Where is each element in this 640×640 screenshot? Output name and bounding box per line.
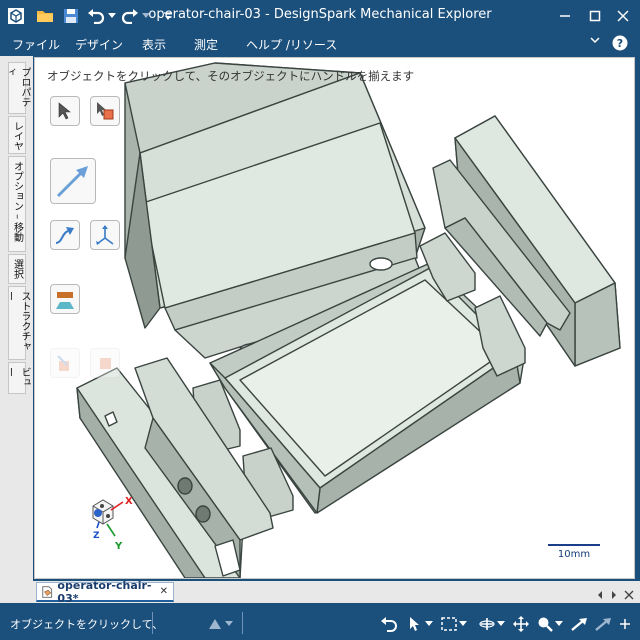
save-icon[interactable]: [60, 4, 82, 28]
status-menu-icon[interactable]: [616, 615, 634, 633]
orientation-triad: X Y Z: [92, 496, 133, 552]
select-filter-icon[interactable]: [206, 615, 224, 633]
axis-x-label: X: [125, 496, 133, 507]
redo-dropdown-icon[interactable]: [140, 4, 152, 28]
move-direction-button[interactable]: [50, 158, 96, 204]
tab-structure[interactable]: ストラクチャー: [4, 286, 30, 360]
axis-z-label: Z: [93, 531, 100, 541]
maximize-icon[interactable]: [580, 4, 610, 28]
document-tab-label: operator-chair-03*: [57, 578, 152, 605]
select-mode-dropdown-icon[interactable]: [424, 615, 434, 633]
select-filter-dropdown-icon[interactable]: [224, 615, 234, 633]
curve-arrow-icon: [55, 227, 74, 244]
disabled-tool-1: [50, 348, 80, 378]
viewport-hint: オブジェクトをクリックして、そのオブジェクトにハンドルを揃えます: [47, 69, 415, 83]
menu-design[interactable]: デザイン: [75, 36, 123, 53]
pointer-cube-icon: [97, 102, 114, 120]
design-viewport[interactable]: オブジェクトをクリックして、そのオブジェクトにハンドルを揃えます X Y Z 1…: [34, 57, 635, 579]
menu-file[interactable]: ファイル: [12, 36, 60, 53]
scale-label: 10mm: [557, 549, 591, 560]
pan-icon[interactable]: [512, 615, 530, 633]
document-icon: [42, 585, 53, 598]
scale-bar: 10mm: [548, 544, 600, 560]
tab-properties[interactable]: プロパティ: [4, 62, 30, 114]
tab-list-icon[interactable]: [624, 585, 634, 604]
zoom-dropdown-icon[interactable]: [554, 615, 564, 633]
tab-selection[interactable]: 選択: [8, 254, 26, 284]
tab-scroll-right-icon[interactable]: [610, 585, 618, 604]
select-mode-icon[interactable]: [406, 615, 424, 633]
disabled-tool-2: [90, 348, 120, 378]
menu-bar: ファイル デザイン 表示 測定 ヘルプ /リソース ?: [0, 32, 640, 56]
axes-arrow-icon: [96, 225, 114, 245]
ribbon-collapse-icon[interactable]: [590, 34, 600, 48]
undo-status-icon[interactable]: [380, 615, 398, 633]
orbit-dropdown-icon[interactable]: [496, 615, 506, 633]
cube-arrow-icon: [57, 355, 69, 371]
svg-text:?: ?: [617, 37, 623, 50]
select-tool-button[interactable]: [50, 96, 80, 126]
material-tool-button[interactable]: [50, 284, 80, 314]
status-text: オブジェクトをクリックして、: [10, 618, 164, 631]
cube-icon: [100, 358, 111, 369]
move-anchor-button[interactable]: [90, 220, 120, 250]
axis-y-label: Y: [114, 541, 123, 552]
side-panel-tabs: プロパティ レイヤ オプション – 移動 選択 ストラクチャー ビュー: [0, 56, 33, 581]
redo-icon[interactable]: [120, 4, 140, 28]
title-bar: operator-chair-03 - DesignSpark Mechanic…: [0, 0, 640, 32]
box-select-icon[interactable]: [440, 615, 458, 633]
status-bar: オブジェクトをクリックして、: [0, 606, 640, 640]
tab-options-move[interactable]: オプション – 移動: [8, 156, 26, 252]
document-tab-close-icon[interactable]: ✕: [160, 586, 168, 597]
next-view-icon[interactable]: [594, 615, 612, 633]
anvil-icon: [56, 292, 74, 309]
menu-help-resources[interactable]: ヘルプ /リソース: [246, 36, 337, 53]
close-icon[interactable]: [608, 4, 638, 28]
tab-layers[interactable]: レイヤ: [8, 116, 26, 154]
document-tab[interactable]: operator-chair-03* ✕: [36, 578, 174, 605]
tab-scroll-left-icon[interactable]: [596, 585, 604, 604]
menu-measure[interactable]: 測定: [194, 36, 218, 53]
box-select-dropdown-icon[interactable]: [458, 615, 468, 633]
open-folder-icon[interactable]: [34, 4, 56, 28]
help-icon[interactable]: ?: [612, 35, 628, 54]
minimize-icon[interactable]: [550, 4, 580, 28]
orbit-icon[interactable]: [478, 615, 496, 633]
customize-toolbar-icon[interactable]: [160, 4, 176, 28]
undo-icon[interactable]: [86, 4, 106, 28]
move-along-trajectory-button[interactable]: [50, 220, 80, 250]
move-arrow-icon: [56, 166, 88, 198]
previous-view-icon[interactable]: [570, 615, 588, 633]
app-icon[interactable]: [4, 4, 28, 28]
undo-dropdown-icon[interactable]: [106, 4, 118, 28]
document-tab-strip: operator-chair-03* ✕: [0, 578, 640, 605]
select-body-tool-button[interactable]: [90, 96, 120, 126]
pointer-icon: [58, 102, 71, 120]
menu-view[interactable]: 表示: [142, 36, 166, 53]
zoom-icon[interactable]: [536, 615, 554, 633]
tab-view[interactable]: ビュー: [4, 362, 30, 394]
